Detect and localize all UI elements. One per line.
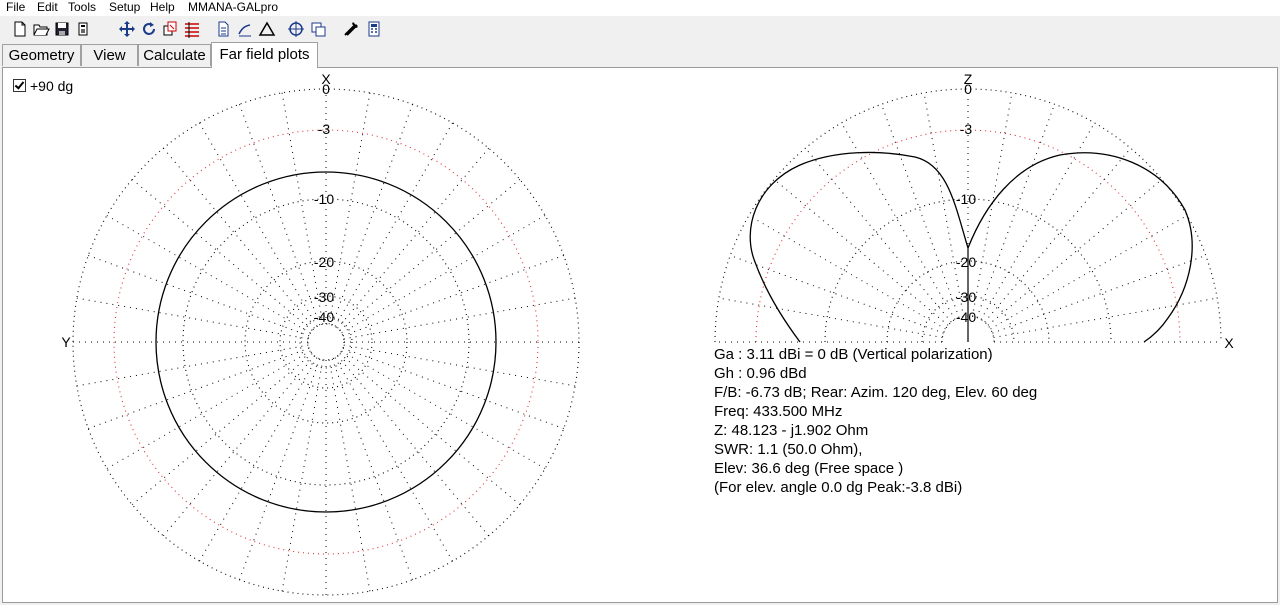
left-grid-spoke — [334, 357, 453, 562]
info-gain-ga: Ga : 3.11 dBi = 0 dB (Vertical polarizat… — [714, 346, 993, 363]
right-grid-spoke — [804, 147, 952, 323]
right-axis-x-label: X — [1224, 335, 1234, 351]
right-grid-spoke — [987, 178, 1163, 326]
left-grid-spoke — [343, 297, 576, 340]
right-grid-spoke — [748, 215, 946, 330]
left-grid-spoke — [199, 357, 318, 562]
left-grid-spoke — [342, 347, 564, 430]
left-grid-spoke — [106, 215, 311, 334]
right-db-label-30: -30 — [956, 289, 976, 305]
left-db-label-10: -10 — [314, 191, 334, 207]
azimuth-pattern — [155, 171, 497, 513]
info-elevation: Elev: 36.6 deg (Free space ) — [714, 460, 904, 477]
left-grid-spoke — [343, 344, 576, 387]
right-grid-spoke — [773, 178, 949, 326]
info-frequency: Freq: 433.500 MHz — [714, 403, 843, 420]
right-grid-spoke — [984, 147, 1132, 323]
left-grid-spoke — [328, 359, 371, 592]
left-grid-spoke — [334, 122, 453, 327]
left-grid-ring — [182, 198, 470, 486]
left-grid-spoke — [76, 297, 309, 340]
far-field-plots: X Y 0 -3 -10 -20 -30 -40 Z X 0 -3 -10 -2… — [61, 71, 1234, 596]
tab-far-field-plots[interactable]: Far field plots — [211, 42, 318, 68]
azimuth-plot: X Y 0 -3 -10 -20 -30 -40 — [61, 71, 580, 596]
left-grid-spoke — [342, 254, 564, 337]
info-peak: (For elev. angle 0.0 dg Peak:-3.8 dBi) — [714, 479, 963, 496]
left-grid-spoke — [88, 254, 310, 337]
results-info: Ga : 3.11 dBi = 0 dB (Vertical polarizat… — [714, 345, 1037, 497]
left-db-label-20: -20 — [314, 254, 334, 270]
left-grid-spoke — [341, 215, 546, 334]
left-grid-spoke — [238, 358, 321, 580]
left-grid-spoke — [328, 92, 371, 325]
left-grid-spoke — [281, 359, 324, 592]
right-grid-spoke — [976, 104, 1056, 318]
right-db-label-10: -10 — [956, 191, 976, 207]
right-grid-spoke — [992, 254, 1206, 334]
left-db-label-0: 0 — [322, 81, 330, 97]
right-db-label-3: -3 — [960, 121, 973, 137]
left-grid-spoke — [238, 104, 321, 326]
info-swr: SWR: 1.1 (50.0 Ohm), — [714, 441, 863, 458]
left-db-label-3: -3 — [318, 121, 331, 137]
left-grid-spoke — [331, 358, 414, 580]
left-db-label-30: -30 — [314, 289, 334, 305]
right-db-label-20: -20 — [956, 254, 976, 270]
left-grid-ring — [307, 323, 345, 361]
left-db-label-40: -40 — [314, 309, 334, 325]
left-grid-spoke — [341, 350, 546, 469]
right-grid-spoke — [718, 297, 943, 338]
left-grid-spoke — [88, 347, 310, 430]
left-grid-spoke — [106, 350, 311, 469]
elevation-plot: Z X 0 -3 -10 -20 -30 -40 — [714, 71, 1234, 351]
right-grid-spoke — [990, 215, 1188, 330]
left-grid-ring — [244, 260, 408, 424]
left-grid-ring — [72, 88, 580, 596]
left-grid-spoke — [331, 104, 414, 326]
left-axis-y-label: Y — [61, 334, 71, 350]
right-grid-spoke — [730, 254, 944, 334]
left-grid-spoke — [199, 122, 318, 327]
info-gain-gh: Gh : 0.96 dBd — [714, 365, 807, 382]
right-grid-spoke — [880, 104, 960, 318]
info-front-back: F/B: -6.73 dB; Rear: Azim. 120 deg, Elev… — [714, 384, 1038, 401]
info-impedance: Z: 48.123 - j1.902 Ohm — [714, 422, 869, 439]
right-db-label-0: 0 — [964, 81, 972, 97]
right-grid-spoke — [972, 92, 1013, 317]
left-grid-spoke — [76, 344, 309, 387]
right-db-label-40: -40 — [956, 309, 976, 325]
